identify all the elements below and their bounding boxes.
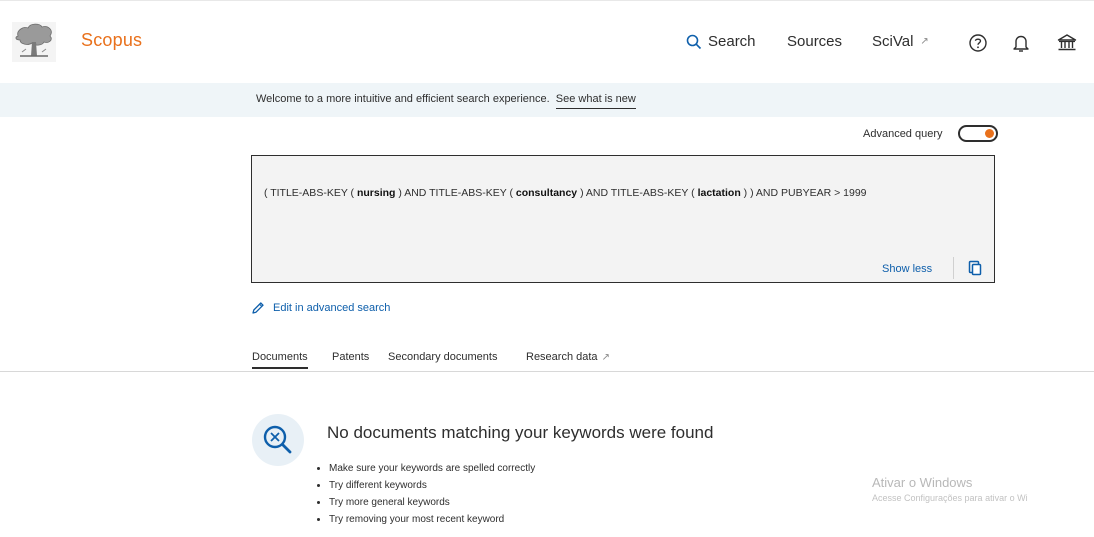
external-link-icon: ↗	[920, 36, 929, 47]
nav-search-label: Search	[708, 33, 756, 50]
query-editor[interactable]: ( TITLE-ABS-KEY ( nursing ) AND TITLE-AB…	[251, 155, 995, 283]
bell-icon[interactable]	[1009, 31, 1033, 55]
query-part: ) AND TITLE-ABS-KEY (	[395, 187, 516, 199]
tab-patents[interactable]: Patents	[332, 351, 369, 363]
institution-icon[interactable]	[1055, 31, 1079, 55]
tabs-divider	[0, 371, 1094, 372]
query-string[interactable]: ( TITLE-ABS-KEY ( nursing ) AND TITLE-AB…	[264, 187, 867, 199]
banner-text: Welcome to a more intuitive and efficien…	[256, 93, 550, 105]
tab-research-data[interactable]: Research data ↗	[526, 351, 610, 363]
toggle-knob	[985, 129, 994, 138]
elsevier-tree-logo	[12, 22, 56, 62]
query-keyword: nursing	[356, 187, 396, 199]
search-tip: Try removing your most recent keyword	[329, 511, 535, 528]
query-part: ) ) AND PUBYEAR > 1999	[740, 187, 867, 199]
search-tip: Try more general keywords	[329, 494, 535, 511]
banner-message: Welcome to a more intuitive and efficien…	[256, 93, 636, 109]
nav-scival-label: SciVal	[872, 33, 914, 50]
windows-activation-title: Ativar o Windows	[872, 475, 973, 490]
advanced-query-label: Advanced query	[863, 128, 943, 140]
nav-search-link[interactable]: Search	[686, 33, 756, 50]
edit-link-label: Edit in advanced search	[273, 302, 391, 314]
page: Scopus Search Sources SciVal ↗ Welcome t…	[0, 0, 1094, 537]
copy-icon[interactable]	[968, 260, 982, 276]
edit-in-advanced-search-link[interactable]: Edit in advanced search	[251, 301, 390, 315]
pencil-icon	[252, 302, 264, 314]
nav-sources-label: Sources	[787, 33, 843, 50]
windows-activation-subtitle: Acesse Configurações para ativar o Wi	[872, 493, 1028, 503]
announcement-banner: Welcome to a more intuitive and efficien…	[0, 83, 1094, 117]
scopus-brand[interactable]: Scopus	[81, 30, 142, 51]
tab-documents[interactable]: Documents	[252, 351, 308, 369]
advanced-query-toggle[interactable]	[958, 125, 998, 142]
search-tips-list: Make sure your keywords are spelled corr…	[316, 460, 535, 528]
see-what-is-new-link[interactable]: See what is new	[555, 93, 636, 109]
tab-research-data-label: Research data	[526, 351, 598, 363]
query-part: ( TITLE-ABS-KEY (	[264, 187, 357, 199]
query-part: ) AND TITLE-ABS-KEY (	[577, 187, 698, 199]
top-header: Scopus Search Sources SciVal ↗	[0, 0, 1094, 81]
nav-sources-link[interactable]: Sources	[787, 33, 842, 50]
search-icon	[686, 34, 702, 49]
help-icon[interactable]	[966, 31, 990, 55]
no-results-search-icon	[252, 414, 304, 466]
query-keyword: consultancy	[515, 187, 578, 199]
no-results-title: No documents matching your keywords were…	[327, 423, 714, 442]
external-link-icon: ↗	[601, 352, 610, 363]
show-less-button[interactable]: Show less	[882, 263, 932, 275]
nav-scival-link[interactable]: SciVal ↗	[872, 33, 929, 50]
tab-secondary-documents[interactable]: Secondary documents	[388, 351, 497, 363]
search-tip: Try different keywords	[329, 477, 535, 494]
query-keyword: lactation	[697, 187, 741, 199]
search-tip: Make sure your keywords are spelled corr…	[329, 460, 535, 477]
query-divider	[953, 257, 954, 279]
